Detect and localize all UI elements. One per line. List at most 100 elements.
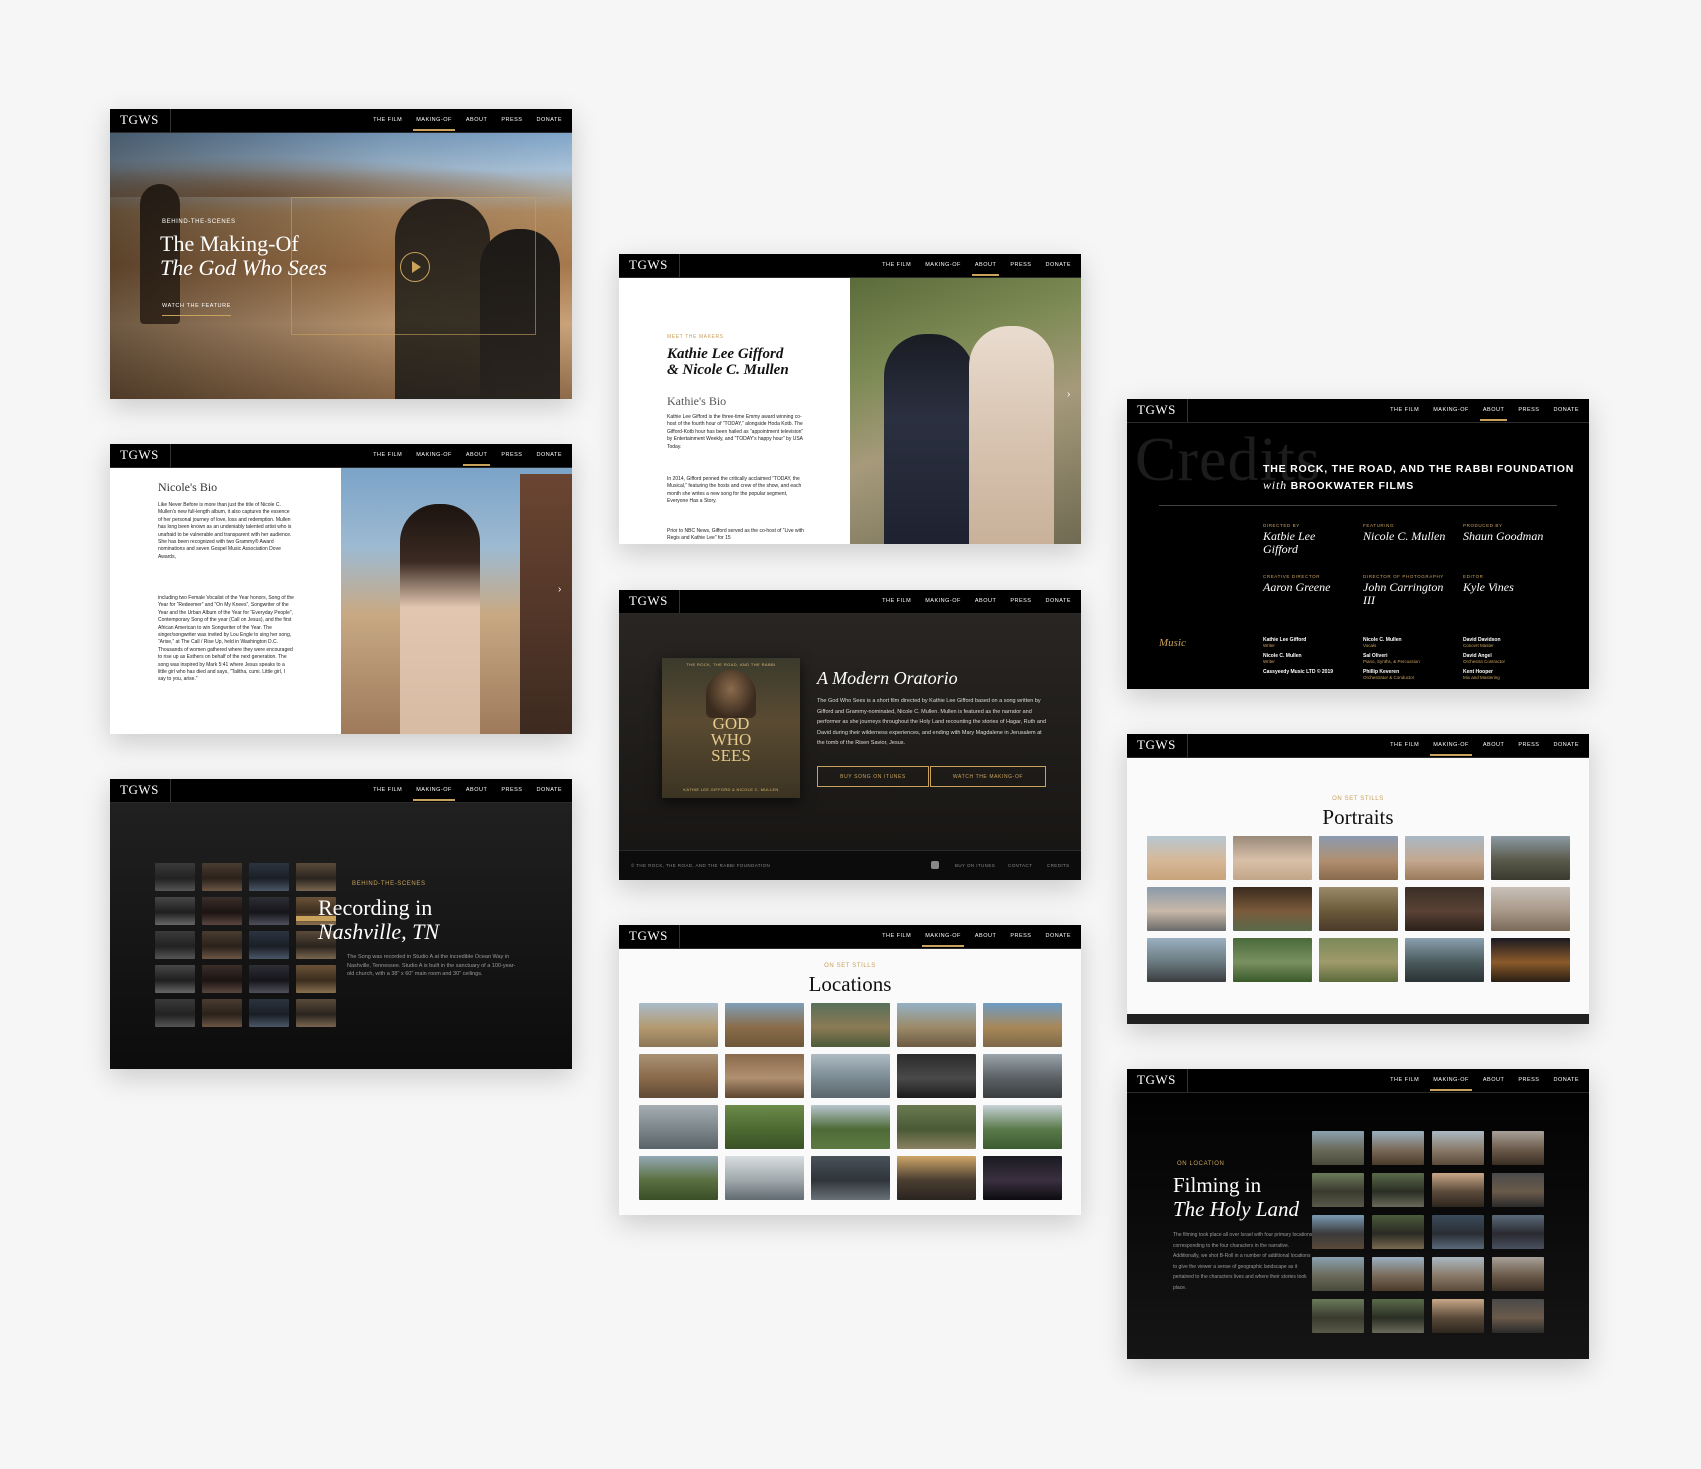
nav-the-film[interactable]: THE FILM [882,598,911,604]
nav-the-film[interactable]: THE FILM [373,452,402,458]
photo-thumbnail[interactable] [155,897,195,925]
photo-thumbnail[interactable] [155,931,195,959]
logo[interactable]: TGWS [1137,1072,1176,1088]
photo-thumbnail[interactable] [296,863,336,891]
logo[interactable]: TGWS [1137,737,1176,753]
chevron-right-icon[interactable]: › [558,584,561,595]
photo-thumbnail[interactable] [897,1156,976,1200]
photo-thumbnail[interactable] [296,999,336,1027]
chevron-right-icon[interactable]: › [1067,389,1070,400]
photo-thumbnail[interactable] [296,965,336,993]
nav-donate[interactable]: DONATE [536,452,562,458]
nav-the-film[interactable]: THE FILM [882,933,911,939]
photo-thumbnail[interactable] [1372,1299,1424,1333]
photo-thumbnail[interactable] [1319,836,1398,880]
nav-press[interactable]: PRESS [1010,598,1031,604]
photo-thumbnail[interactable] [1319,887,1398,931]
watch-feature-button[interactable]: WATCH THE FEATURE [162,294,231,316]
photo-thumbnail[interactable] [1491,836,1570,880]
photo-thumbnail[interactable] [1312,1215,1364,1249]
logo[interactable]: TGWS [629,593,668,609]
nav-making-of[interactable]: MAKING-OF [416,452,452,458]
photo-thumbnail[interactable] [249,965,289,993]
footer-contact[interactable]: CONTACT [1008,863,1032,868]
nav-about[interactable]: ABOUT [1483,1077,1504,1083]
photo-thumbnail[interactable] [983,1105,1062,1149]
photo-thumbnail[interactable] [1405,887,1484,931]
photo-thumbnail[interactable] [639,1105,718,1149]
nav-press[interactable]: PRESS [501,452,522,458]
photo-thumbnail[interactable] [1432,1257,1484,1291]
photo-thumbnail[interactable] [811,1054,890,1098]
photo-thumbnail[interactable] [725,1156,804,1200]
nav-press[interactable]: PRESS [1010,933,1031,939]
nav-the-film[interactable]: THE FILM [1390,1077,1419,1083]
photo-thumbnail[interactable] [1372,1257,1424,1291]
nav-the-film[interactable]: THE FILM [373,117,402,123]
nav-making-of[interactable]: MAKING-OF [1430,1077,1472,1091]
photo-thumbnail[interactable] [249,897,289,925]
nav-about[interactable]: ABOUT [466,117,487,123]
photo-thumbnail[interactable] [1491,887,1570,931]
photo-thumbnail[interactable] [639,1054,718,1098]
photo-thumbnail[interactable] [202,897,242,925]
photo-thumbnail[interactable] [1432,1131,1484,1165]
photo-thumbnail[interactable] [1405,938,1484,982]
photo-thumbnail[interactable] [249,999,289,1027]
footer-buy-itunes[interactable]: BUY ON ITUNES [955,863,995,868]
photo-thumbnail[interactable] [1405,836,1484,880]
photo-thumbnail[interactable] [1432,1173,1484,1207]
photo-thumbnail[interactable] [725,1105,804,1149]
nav-making-of[interactable]: MAKING-OF [413,117,455,131]
nav-donate[interactable]: DONATE [1045,933,1071,939]
logo[interactable]: TGWS [120,112,159,128]
photo-thumbnail[interactable] [983,1156,1062,1200]
nav-about[interactable]: ABOUT [466,787,487,793]
photo-thumbnail[interactable] [249,863,289,891]
photo-thumbnail[interactable] [983,1003,1062,1047]
photo-thumbnail[interactable] [1312,1131,1364,1165]
photo-thumbnail[interactable] [202,931,242,959]
nav-press[interactable]: PRESS [1010,262,1031,268]
photo-thumbnail[interactable] [1372,1215,1424,1249]
photo-thumbnail[interactable] [1492,1173,1544,1207]
nav-press[interactable]: PRESS [501,117,522,123]
photo-thumbnail[interactable] [725,1054,804,1098]
logo[interactable]: TGWS [120,782,159,798]
photo-thumbnail[interactable] [983,1054,1062,1098]
photo-thumbnail[interactable] [202,863,242,891]
photo-thumbnail[interactable] [1372,1131,1424,1165]
photo-thumbnail[interactable] [155,965,195,993]
photo-thumbnail[interactable] [1492,1257,1544,1291]
logo[interactable]: TGWS [629,257,668,273]
nav-the-film[interactable]: THE FILM [1390,407,1419,413]
photo-thumbnail[interactable] [897,1105,976,1149]
photo-thumbnail[interactable] [1372,1173,1424,1207]
photo-thumbnail[interactable] [1312,1257,1364,1291]
nav-making-of[interactable]: MAKING-OF [413,787,455,801]
logo[interactable]: TGWS [1137,402,1176,418]
nav-the-film[interactable]: THE FILM [882,262,911,268]
photo-thumbnail[interactable] [1233,836,1312,880]
nav-donate[interactable]: DONATE [536,787,562,793]
nav-about[interactable]: ABOUT [975,598,996,604]
nav-press[interactable]: PRESS [1518,742,1539,748]
photo-thumbnail[interactable] [1147,887,1226,931]
photo-thumbnail[interactable] [639,1156,718,1200]
nav-about[interactable]: ABOUT [462,452,491,466]
photo-thumbnail[interactable] [249,931,289,959]
photo-thumbnail[interactable] [1233,938,1312,982]
photo-thumbnail[interactable] [897,1003,976,1047]
photo-thumbnail[interactable] [1492,1215,1544,1249]
photo-thumbnail[interactable] [897,1054,976,1098]
nav-donate[interactable]: DONATE [1045,262,1071,268]
photo-thumbnail[interactable] [1319,938,1398,982]
nav-making-of[interactable]: MAKING-OF [1433,407,1469,413]
photo-thumbnail[interactable] [1147,938,1226,982]
photo-thumbnail[interactable] [1491,938,1570,982]
photo-thumbnail[interactable] [1233,887,1312,931]
nav-donate[interactable]: DONATE [1553,1077,1579,1083]
nav-press[interactable]: PRESS [1518,1077,1539,1083]
photo-thumbnail[interactable] [1312,1173,1364,1207]
photo-thumbnail[interactable] [155,863,195,891]
